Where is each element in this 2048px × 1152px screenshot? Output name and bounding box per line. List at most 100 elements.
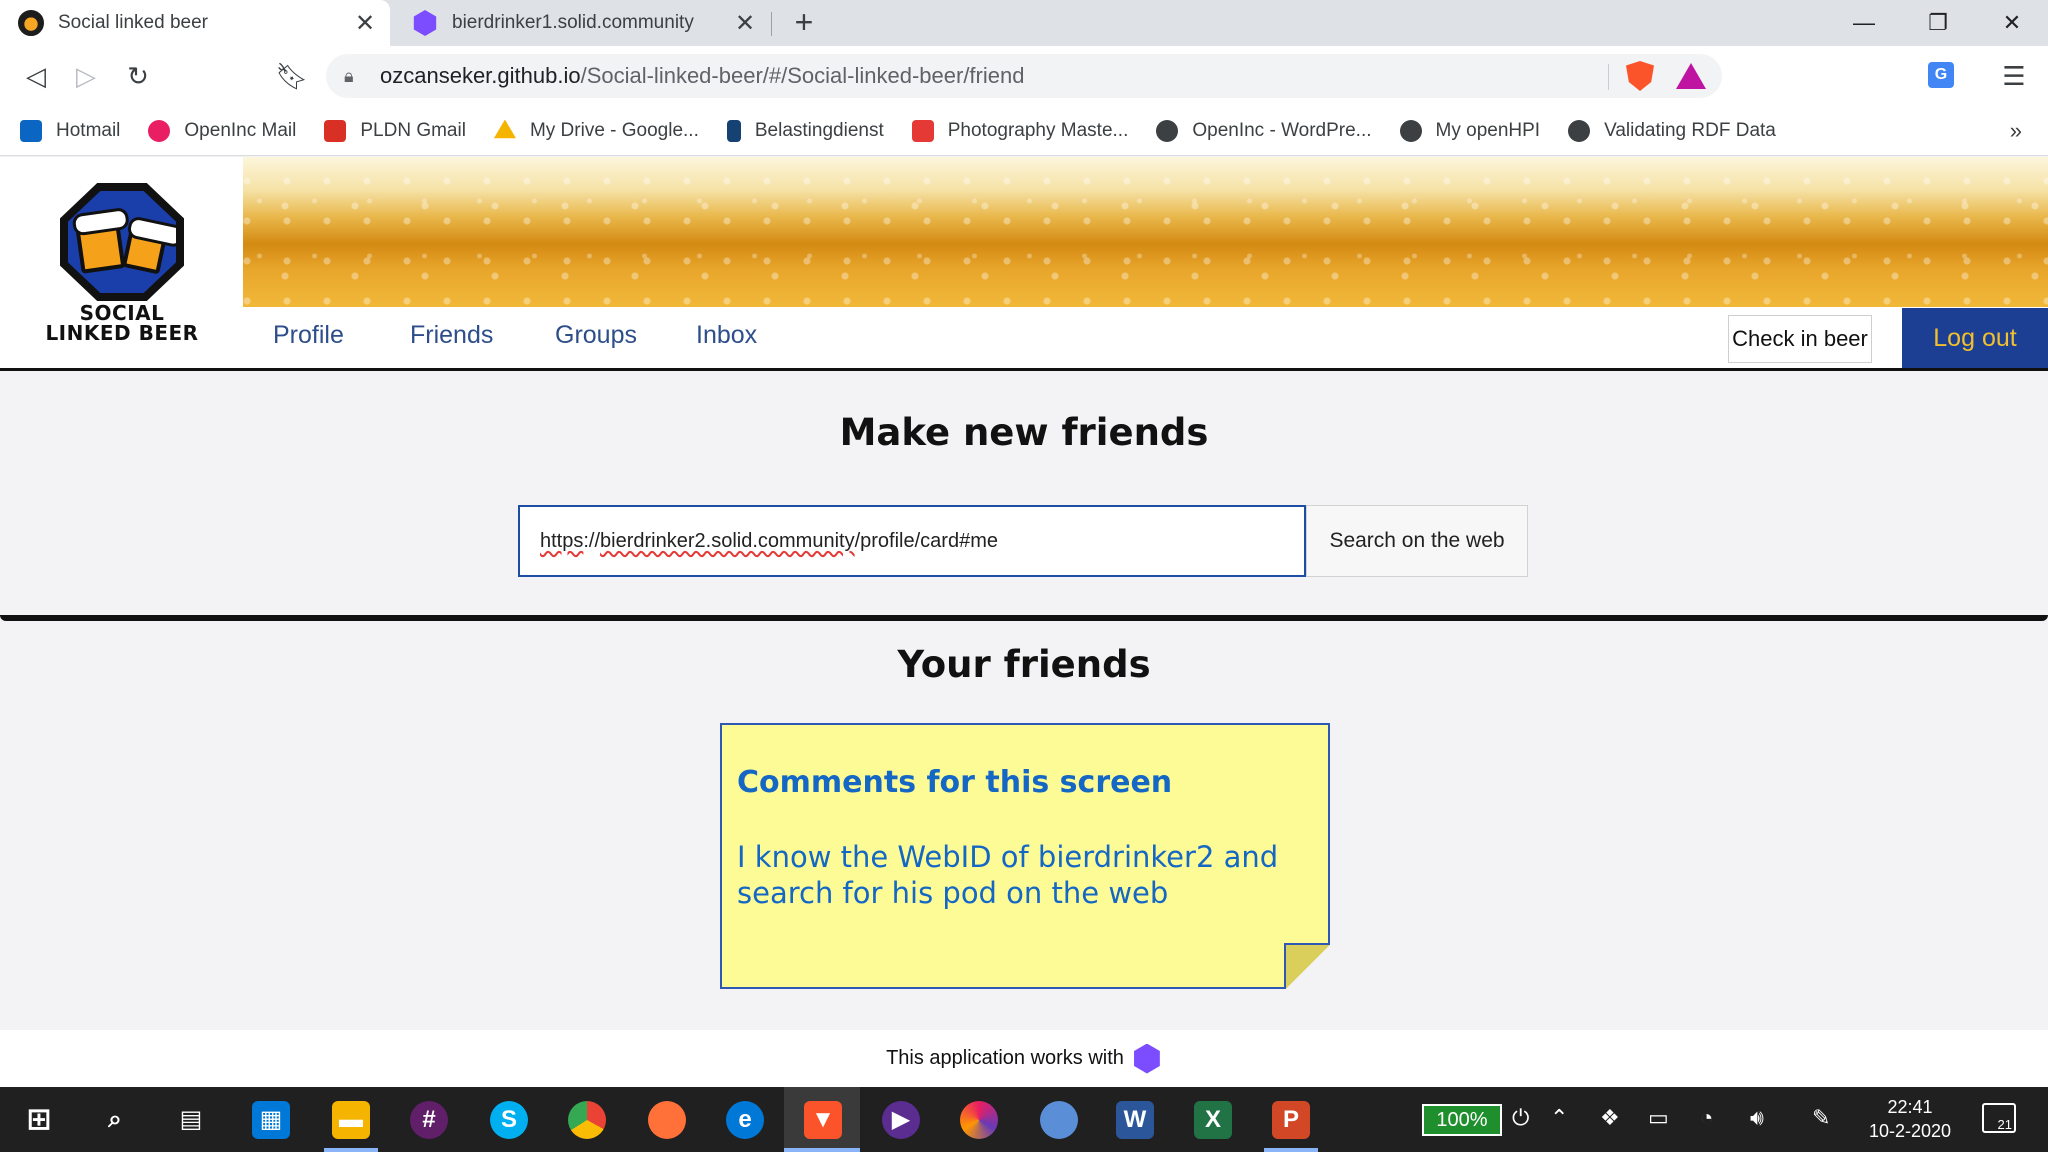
system-clock[interactable]: 22:41 10-2-2020: [1860, 1095, 1960, 1143]
solid-logo-icon[interactable]: [1134, 1043, 1160, 1074]
browser-menu-icon[interactable]: ☰: [1996, 58, 2032, 94]
skype-icon[interactable]: S: [490, 1101, 528, 1139]
input-text-part: https: [540, 529, 584, 552]
nav-inbox[interactable]: Inbox: [696, 321, 757, 350]
brave-shield-icon[interactable]: [1626, 61, 1654, 91]
app-swirl-icon[interactable]: [960, 1101, 998, 1139]
nav-groups[interactable]: Groups: [555, 321, 637, 350]
windows-start-icon[interactable]: ⊞: [20, 1101, 58, 1139]
close-tab-icon[interactable]: ✕: [730, 9, 760, 38]
logo-wordmark: SOCIAL LINKED BEER: [45, 301, 199, 345]
volume-icon[interactable]: 🔊︎: [1750, 1105, 1764, 1131]
nav-friends[interactable]: Friends: [410, 321, 493, 350]
tab-title: Social linked beer: [58, 12, 208, 33]
file-explorer-icon[interactable]: ▬: [332, 1101, 370, 1139]
search-on-web-button[interactable]: Search on the web: [1306, 505, 1528, 577]
beer-logo-favicon-icon: [18, 10, 44, 36]
your-friends-heading: Your friends: [897, 643, 1151, 686]
firefox-icon[interactable]: [648, 1101, 686, 1139]
running-indicator: [324, 1148, 378, 1152]
new-tab-button[interactable]: +: [786, 4, 822, 40]
word-icon[interactable]: W: [1116, 1101, 1154, 1139]
tab-strip: Social linked beer ✕ bierdrinker1.solid.…: [0, 0, 2048, 46]
chevron-up-icon[interactable]: ⌃: [1550, 1105, 1568, 1131]
edge-icon[interactable]: e: [726, 1101, 764, 1139]
url-text[interactable]: ozcanseker.github.io/Social-linked-beer/…: [380, 63, 1626, 89]
input-text-part: ://: [583, 529, 601, 552]
url-path: /Social-linked-beer/#/Social-linked-beer…: [580, 63, 1025, 88]
log-out-button[interactable]: Log out: [1902, 308, 2048, 369]
brave-rewards-icon[interactable]: [1676, 63, 1706, 89]
back-icon[interactable]: ◁: [18, 58, 54, 94]
bookmark-pldn-gmail[interactable]: PLDN Gmail: [324, 119, 466, 142]
bookmark-label: Validating RDF Data: [1604, 119, 1776, 141]
beer-mugs-logo-icon: [60, 183, 184, 301]
reload-icon[interactable]: ↻: [120, 58, 156, 94]
bookmark-my-openhpi[interactable]: My openHPI: [1399, 119, 1541, 142]
bookmark-openinc-wordpress[interactable]: OpenInc - WordPre...: [1156, 119, 1372, 142]
forward-icon[interactable]: ▷: [68, 58, 104, 94]
search-icon[interactable]: ⌕: [96, 1101, 134, 1139]
outlook-icon: [20, 119, 42, 142]
tab-bierdrinker1[interactable]: bierdrinker1.solid.community ✕: [394, 0, 770, 46]
chrome-icon[interactable]: [568, 1101, 606, 1139]
bookmark-photography[interactable]: Photography Maste...: [911, 119, 1129, 142]
bookmark-label: Photography Maste...: [947, 119, 1129, 141]
wifi-icon[interactable]: ◔: [1700, 1105, 1713, 1131]
store-icon[interactable]: ▦: [252, 1101, 290, 1139]
bookmark-label: PLDN Gmail: [360, 119, 466, 141]
windows-taskbar: ⊞ ⌕ ▤ ▦ ▬ # S e ▼ ▶ W X P 100% ⏻ ⌃ ❖ ▭ ◔…: [0, 1087, 2048, 1152]
check-in-beer-button[interactable]: Check in beer: [1728, 315, 1872, 363]
battery-tray-icon[interactable]: ▭: [1648, 1105, 1669, 1131]
minimize-button[interactable]: —: [1828, 0, 1900, 46]
solid-favicon-icon: [413, 10, 437, 36]
openinc-icon: [148, 119, 171, 142]
clock-date: 10-2-2020: [1868, 1121, 1952, 1141]
webid-search-input[interactable]: https://bierdrinker2.solid.community/pro…: [518, 505, 1306, 577]
media-player-icon[interactable]: ▶: [882, 1101, 920, 1139]
close-window-button[interactable]: ✕: [1976, 0, 2048, 46]
footer-text: This application works with: [886, 1047, 1124, 1069]
globe-icon: [1568, 119, 1591, 142]
globe-app-icon[interactable]: [1040, 1101, 1078, 1139]
note-title: Comments for this screen: [737, 765, 1173, 800]
bookmark-label: My Drive - Google...: [529, 119, 699, 141]
pen-icon[interactable]: ✎: [1812, 1105, 1830, 1131]
close-tab-icon[interactable]: ✕: [350, 9, 380, 38]
photography-icon: [911, 119, 934, 142]
nav-profile[interactable]: Profile: [273, 321, 344, 350]
bookmark-label: My openHPI: [1435, 119, 1541, 141]
slack-icon[interactable]: #: [410, 1101, 448, 1139]
power-plug-icon[interactable]: ⏻: [1512, 1105, 1529, 1131]
bookmark-openinc-mail[interactable]: OpenInc Mail: [148, 119, 297, 142]
notification-count: 21: [1997, 1117, 2012, 1132]
bookmark-validating-rdf[interactable]: Validating RDF Data: [1568, 119, 1776, 142]
toolbar-divider: [1608, 64, 1609, 90]
bookmark-hotmail[interactable]: Hotmail: [20, 119, 120, 142]
globe-icon: [1156, 119, 1179, 142]
powerpoint-icon[interactable]: P: [1272, 1101, 1310, 1139]
excel-icon[interactable]: X: [1194, 1101, 1232, 1139]
battery-indicator[interactable]: 100%: [1422, 1104, 1502, 1136]
app-logo[interactable]: SOCIAL LINKED BEER: [0, 157, 243, 369]
more-bookmarks-button[interactable]: »: [2010, 118, 2022, 144]
bookmark-label: OpenInc Mail: [184, 119, 297, 141]
comment-sticky-note: Comments for this screen I know the WebI…: [720, 723, 1330, 989]
bookmarks-bar: Hotmail OpenInc Mail PLDN Gmail My Drive…: [0, 106, 2048, 156]
address-bar[interactable]: 🔒︎ ozcanseker.github.io/Social-linked-be…: [326, 54, 1722, 98]
brave-icon[interactable]: ▼: [804, 1101, 842, 1139]
bookmark-icon[interactable]: 🔖︎: [274, 58, 310, 94]
bookmark-my-drive[interactable]: My Drive - Google...: [493, 119, 699, 142]
restore-button[interactable]: ❐: [1902, 0, 1974, 46]
task-view-icon[interactable]: ▤: [172, 1101, 210, 1139]
running-indicator: [1264, 1148, 1318, 1152]
tab-social-linked-beer[interactable]: Social linked beer ✕: [0, 0, 390, 46]
note-body: I know the WebID of bierdrinker2 and sea…: [737, 840, 1279, 910]
notification-center-icon[interactable]: 21: [1982, 1103, 2016, 1133]
globe-icon: [1399, 119, 1422, 142]
google-translate-icon[interactable]: G: [1928, 62, 1954, 88]
tab-title: bierdrinker1.solid.community: [452, 12, 694, 33]
input-text-part: /profile/card#me: [854, 529, 998, 552]
bookmark-belastingdienst[interactable]: Belastingdienst: [726, 119, 884, 142]
dropbox-icon[interactable]: ❖: [1600, 1105, 1620, 1131]
